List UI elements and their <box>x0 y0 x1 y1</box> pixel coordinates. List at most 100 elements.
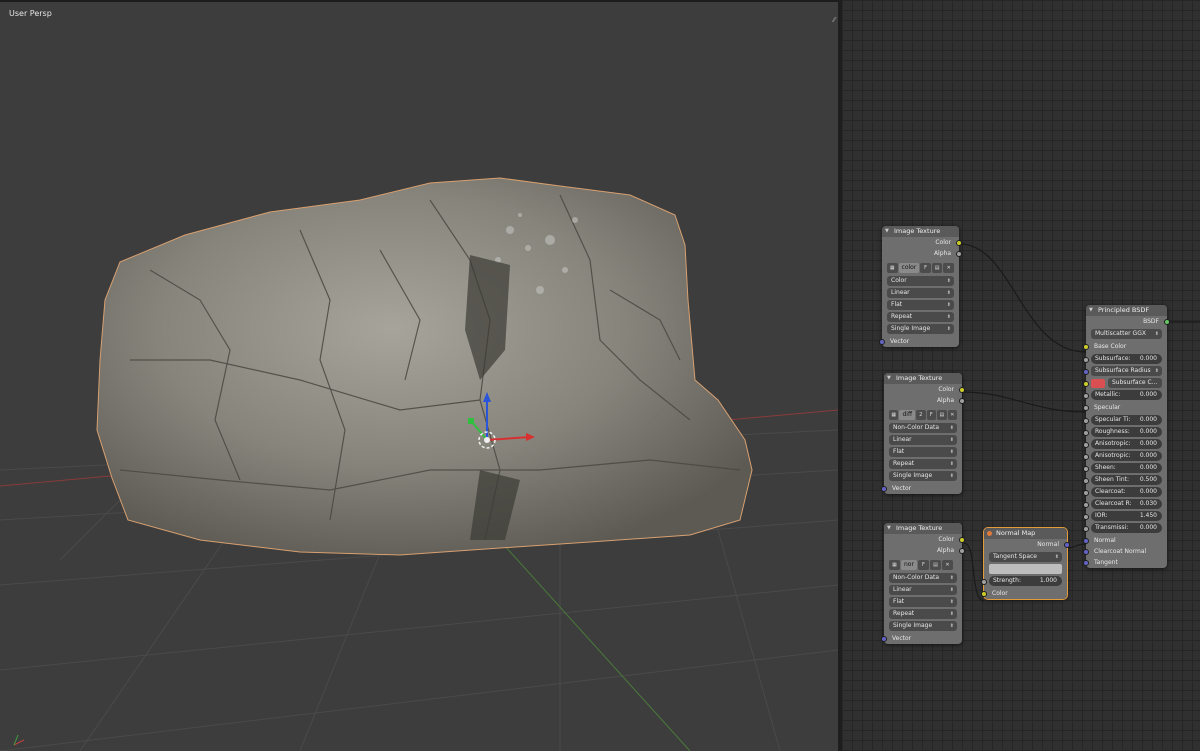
image-name-field[interactable]: diff <box>899 409 916 420</box>
input-vector: Vector <box>879 336 959 347</box>
clearcoat-normal-socket-icon[interactable] <box>1083 549 1089 555</box>
colorspace-dropdown[interactable]: Non-Color Data ⬍ <box>889 423 957 433</box>
subsurface-field[interactable]: Subsurface: 0.000 <box>1083 354 1162 364</box>
colorspace-dropdown[interactable]: Color ⬍ <box>887 276 954 286</box>
source-dropdown[interactable]: Single Image ⬍ <box>889 621 957 631</box>
collapse-arrow-icon[interactable]: ▼ <box>887 373 891 384</box>
color-output-socket-icon[interactable] <box>959 537 965 543</box>
specular-tint-field[interactable]: Specular Ti: 0.000 <box>1083 415 1162 425</box>
fake-user-button[interactable]: F <box>917 559 929 570</box>
roughness-field[interactable]: Roughness: 0.000 <box>1083 427 1162 437</box>
node-title: Image Texture <box>896 374 943 382</box>
metallic-field[interactable]: Metallic: 0.000 <box>1083 390 1162 400</box>
unlink-icon[interactable]: ✕ <box>947 409 958 420</box>
image-texture-node-2[interactable]: ▼ Image Texture Color Alpha ▦ diff 2 F ▤… <box>881 373 965 494</box>
clearcoat-field[interactable]: Clearcoat: 0.000 <box>1083 487 1162 497</box>
projection-dropdown[interactable]: Flat ⬍ <box>887 300 954 310</box>
node-header[interactable]: Normal Map <box>984 528 1067 539</box>
input-color: Color <box>981 588 1067 599</box>
node-header[interactable]: ▼ Image Texture <box>884 523 962 534</box>
viewport-scene[interactable] <box>0 0 838 751</box>
base-color-socket-icon[interactable] <box>1083 344 1089 350</box>
distribution-dropdown[interactable]: Multiscatter GGX ⬍ <box>1091 329 1162 339</box>
color-output-socket-icon[interactable] <box>956 240 962 246</box>
extension-dropdown[interactable]: Repeat ⬍ <box>889 609 957 619</box>
colorspace-dropdown[interactable]: Non-Color Data ⬍ <box>889 573 957 583</box>
space-dropdown[interactable]: Tangent Space ⬍ <box>989 552 1062 562</box>
image-browse-icon[interactable]: ▦ <box>887 262 898 273</box>
vector-input-socket-icon[interactable] <box>881 636 887 642</box>
color-input-socket-icon[interactable] <box>981 591 987 597</box>
open-folder-icon[interactable]: ▤ <box>937 409 947 420</box>
image-browse-icon[interactable]: ▦ <box>889 409 899 420</box>
subsurface-method-dropdown[interactable]: Subsurface Radius ⬍ <box>1083 366 1162 376</box>
alpha-output-socket-icon[interactable] <box>956 251 962 257</box>
link-tex2-color-to-specular <box>961 391 1087 413</box>
dropdown-arrows-icon: ⬍ <box>946 302 951 308</box>
3d-viewport[interactable]: User Persp <box>0 0 838 751</box>
image-name-field[interactable]: color <box>898 262 920 273</box>
normal-socket-icon[interactable] <box>1083 538 1089 544</box>
projection-dropdown[interactable]: Flat ⬍ <box>889 447 957 457</box>
alpha-output-socket-icon[interactable] <box>959 548 965 554</box>
output-normal: Normal <box>984 539 1070 550</box>
tangent-socket-icon[interactable] <box>1083 560 1089 566</box>
dropdown-arrows-icon: ⬍ <box>946 326 951 332</box>
ior-field[interactable]: IOR: 1.450 <box>1083 511 1162 521</box>
collapse-arrow-icon[interactable]: ▼ <box>887 523 891 534</box>
source-dropdown[interactable]: Single Image ⬍ <box>887 324 954 334</box>
output-bsdf: BSDF <box>1086 316 1170 327</box>
interpolation-dropdown[interactable]: Linear ⬍ <box>889 585 957 595</box>
specular-socket-icon[interactable] <box>1083 405 1089 411</box>
image-texture-node-3[interactable]: ▼ Image Texture Color Alpha ▦ nor F ▤ ✕ … <box>881 523 965 644</box>
unlink-icon[interactable]: ✕ <box>941 559 953 570</box>
normal-output-socket-icon[interactable] <box>1064 542 1070 548</box>
node-title: Image Texture <box>896 524 943 532</box>
source-dropdown[interactable]: Single Image ⬍ <box>889 471 957 481</box>
collapse-arrow-icon[interactable]: ▼ <box>1089 305 1093 316</box>
color-output-socket-icon[interactable] <box>959 387 965 393</box>
strength-input-socket-icon[interactable] <box>981 579 987 585</box>
node-type-dot-icon <box>987 531 992 536</box>
fake-user-button[interactable]: F <box>926 409 937 420</box>
collapse-arrow-icon[interactable]: ▼ <box>885 226 889 237</box>
input-vector: Vector <box>881 483 962 494</box>
clearcoat-roughness-field[interactable]: Clearcoat R: 0.030 <box>1083 499 1162 509</box>
sheen-tint-field[interactable]: Sheen Tint: 0.500 <box>1083 475 1162 485</box>
bsdf-output-socket-icon[interactable] <box>1164 319 1170 325</box>
vector-input-socket-icon[interactable] <box>881 486 887 492</box>
unlink-icon[interactable]: ✕ <box>943 262 954 273</box>
output-color: Color <box>882 237 962 248</box>
anisotropic-field[interactable]: Anisotropic: 0.000 <box>1083 439 1162 449</box>
node-header[interactable]: ▼ Principled BSDF <box>1086 305 1167 316</box>
node-editor[interactable]: ▼ Image Texture Color Alpha ▦ color F ▤ … <box>842 0 1200 751</box>
principled-bsdf-node[interactable]: ▼ Principled BSDF BSDF Multiscatter GGX ⬍… <box>1083 305 1170 568</box>
open-folder-icon[interactable]: ▤ <box>931 262 943 273</box>
normal-map-node[interactable]: Normal Map Normal Tangent Space ⬍ Strengt… <box>981 527 1070 600</box>
fake-user-button[interactable]: F <box>920 262 931 273</box>
open-folder-icon[interactable]: ▤ <box>929 559 941 570</box>
subsurface-color-row[interactable]: Subsurface C... <box>1083 378 1162 388</box>
image-users-count[interactable]: 2 <box>916 409 926 420</box>
area-split-widget[interactable]: ⁄⁄ <box>833 16 835 24</box>
image-browse-icon[interactable]: ▦ <box>889 559 900 570</box>
anisotropic-rotation-field[interactable]: Anisotropic: 0.000 <box>1083 451 1162 461</box>
vector-input-socket-icon[interactable] <box>879 339 885 345</box>
image-texture-node-1[interactable]: ▼ Image Texture Color Alpha ▦ color F ▤ … <box>879 226 962 347</box>
sheen-field[interactable]: Sheen: 0.000 <box>1083 463 1162 473</box>
extension-dropdown[interactable]: Repeat ⬍ <box>889 459 957 469</box>
interpolation-dropdown[interactable]: Linear ⬍ <box>887 288 954 298</box>
interpolation-dropdown[interactable]: Linear ⬍ <box>889 435 957 445</box>
subsurface-color-swatch[interactable] <box>1091 378 1105 388</box>
node-header[interactable]: ▼ Image Texture <box>882 226 959 237</box>
input-socket-icon <box>1083 430 1089 436</box>
projection-dropdown[interactable]: Flat ⬍ <box>889 597 957 607</box>
image-name-field[interactable]: nor <box>901 559 917 570</box>
node-header[interactable]: ▼ Image Texture <box>884 373 962 384</box>
extension-dropdown[interactable]: Repeat ⬍ <box>887 312 954 322</box>
input-socket-icon <box>1083 369 1089 375</box>
alpha-output-socket-icon[interactable] <box>959 398 965 404</box>
transmission-field[interactable]: Transmissi: 0.000 <box>1083 523 1162 533</box>
strength-field[interactable]: Strength: 1.000 <box>981 576 1062 586</box>
uv-map-field[interactable] <box>989 564 1062 574</box>
